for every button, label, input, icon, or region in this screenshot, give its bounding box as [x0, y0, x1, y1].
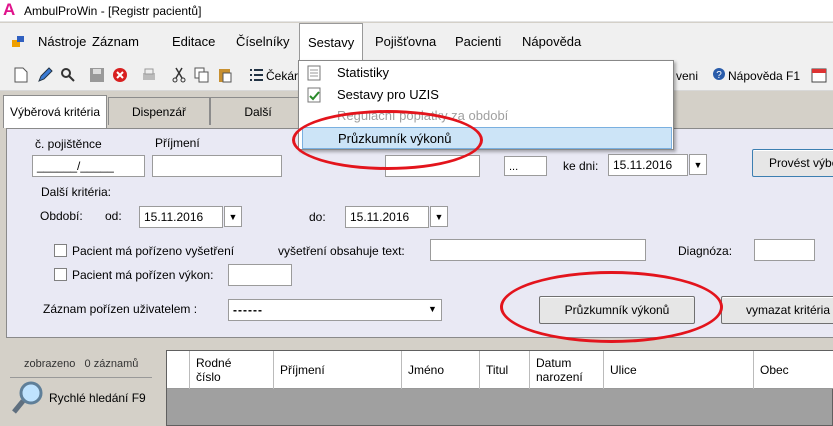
- cancel-icon[interactable]: [111, 67, 128, 84]
- menu-pacienti[interactable]: Pacienti: [447, 23, 509, 61]
- svg-text:?: ?: [716, 70, 722, 81]
- tab-dispenzar[interactable]: Dispenzář: [108, 97, 210, 125]
- col-jmeno[interactable]: Jméno: [401, 351, 479, 389]
- search-icon[interactable]: [59, 67, 76, 84]
- new-document-icon[interactable]: [12, 67, 29, 84]
- help-icon[interactable]: ?: [710, 67, 727, 84]
- col-rodne-cislo[interactable]: Rodné číslo: [189, 351, 273, 389]
- col-ulice[interactable]: Ulice: [603, 351, 753, 389]
- provest-vyber-button[interactable]: Provést výběr: [752, 149, 833, 177]
- menu-pojistovna[interactable]: Pojišťovna: [367, 23, 444, 61]
- tools-icon: [11, 35, 25, 49]
- prijmeni-label: Příjmení: [155, 136, 200, 150]
- dalsi-kriteria-label: Další kritéria:: [41, 185, 112, 199]
- app-logo-icon: A: [3, 0, 16, 19]
- cekar-label[interactable]: Čekár: [266, 69, 298, 83]
- col-prijmeni[interactable]: Příjmení: [273, 351, 401, 389]
- ke-dni-label: ke dni:: [563, 159, 599, 173]
- col-obec[interactable]: Obec: [753, 351, 833, 389]
- statistiky-icon: [307, 65, 321, 84]
- highlight-oval-button: [500, 271, 723, 343]
- title-bar: A AmbulProWin - [Registr pacientů]: [0, 0, 833, 22]
- zaznam-uzivatel-label: Záznam pořízen uživatelem :: [43, 302, 198, 316]
- vysetreni-checkbox[interactable]: [54, 244, 67, 257]
- od-input[interactable]: 15.11.2016: [139, 206, 223, 228]
- menu-item-statistiky[interactable]: Statistiky: [337, 62, 389, 84]
- od-label: od:: [105, 209, 122, 223]
- calendar-icon[interactable]: [810, 67, 827, 84]
- uzis-report-icon: [307, 87, 321, 106]
- ke-dni-input[interactable]: 15.11.2016: [608, 154, 688, 176]
- menu-editace[interactable]: Editace: [164, 23, 223, 61]
- record-count: zobrazeno 0 záznamů: [24, 358, 139, 370]
- highlight-oval-menu: [292, 110, 483, 170]
- copy-icon[interactable]: [193, 67, 210, 84]
- od-dropdown[interactable]: ▼: [224, 206, 242, 227]
- vymazat-kriteria-button[interactable]: vymazat kritéria výběru: [721, 296, 833, 324]
- pojistence-input[interactable]: ______/_____: [32, 155, 145, 177]
- rychle-hledani-button[interactable]: Rychlé hledání F9: [49, 391, 146, 405]
- do-input[interactable]: 15.11.2016: [345, 206, 429, 228]
- vysetreni-text-input[interactable]: [430, 239, 646, 261]
- menu-zaznam[interactable]: Záznam: [84, 23, 147, 61]
- menu-sestavy[interactable]: Sestavy: [299, 23, 364, 62]
- left-panel: zobrazeno 0 záznamů Rychlé hledání F9: [6, 344, 158, 426]
- col-datum-narozeni[interactable]: Datum narození: [529, 351, 603, 389]
- menu-ciselniky[interactable]: Číselníky: [228, 23, 297, 61]
- grid-row-selector: [167, 351, 189, 389]
- paste-icon[interactable]: [216, 67, 233, 84]
- cut-icon[interactable]: [170, 67, 187, 84]
- divider: [10, 377, 152, 378]
- vysetreni-text-label: vyšetření obsahuje text:: [278, 244, 405, 258]
- menu-napoveda[interactable]: Nápověda: [514, 23, 589, 61]
- tab-vyberova-kriteria[interactable]: Výběrová kritéria: [3, 95, 107, 128]
- window-title: AmbulProWin - [Registr pacientů]: [24, 4, 202, 18]
- diagnoza-input[interactable]: [754, 239, 815, 261]
- ke-dni-dropdown[interactable]: ▼: [689, 154, 707, 175]
- obdobi-label: Období:: [40, 209, 83, 223]
- zaznam-uzivatel-select[interactable]: ------: [228, 299, 442, 321]
- prijmeni-input[interactable]: [152, 155, 282, 177]
- vykon-checkbox-label: Pacient má pořízen výkon:: [72, 268, 214, 282]
- list-icon[interactable]: [247, 67, 264, 84]
- magnifier-icon[interactable]: [11, 380, 45, 419]
- menu-item-sestavy-uzis[interactable]: Sestavy pro UZIS: [337, 84, 439, 106]
- menu-bar: Nástroje Záznam Editace Číselníky Sestav…: [0, 23, 833, 62]
- do-label: do:: [309, 210, 326, 224]
- vykon-checkbox[interactable]: [54, 268, 67, 281]
- col-titul[interactable]: Titul: [479, 351, 529, 389]
- help-button[interactable]: Nápověda F1: [728, 69, 800, 83]
- veni-label[interactable]: veni: [676, 69, 698, 83]
- tab-dalsi[interactable]: Další: [210, 97, 306, 125]
- diagnoza-label: Diagnóza:: [678, 244, 733, 258]
- do-dropdown[interactable]: ▼: [430, 206, 448, 227]
- save-icon[interactable]: [88, 67, 105, 84]
- pojistence-label: č. pojištěnce: [35, 137, 102, 151]
- grid-header: Rodné číslo Příjmení Jméno Titul Datum n…: [167, 351, 833, 389]
- print-icon[interactable]: [140, 67, 157, 84]
- zaznam-uzivatel-dropdown-arrow[interactable]: ▼: [428, 304, 437, 314]
- edit-pencil-icon[interactable]: [36, 67, 53, 84]
- vysetreni-checkbox-label: Pacient má pořízeno vyšetření: [72, 244, 235, 258]
- patients-grid: Rodné číslo Příjmení Jméno Titul Datum n…: [166, 350, 833, 426]
- ellipsis-input[interactable]: ...: [504, 156, 547, 176]
- vykon-input[interactable]: [228, 264, 292, 286]
